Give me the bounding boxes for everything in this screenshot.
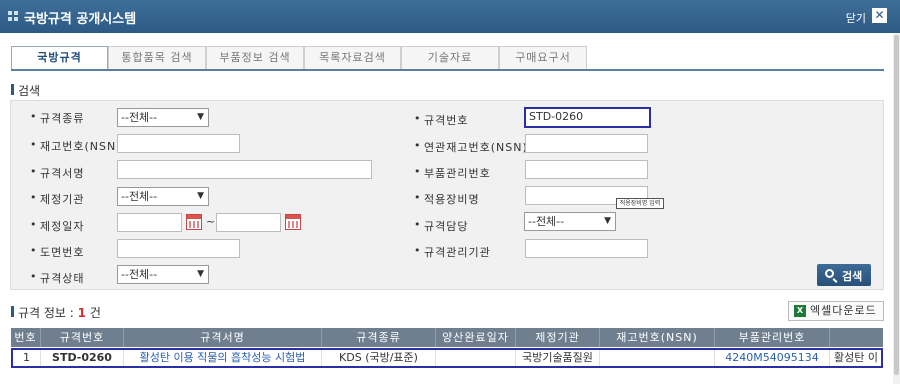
tab-purchase-request[interactable]: 구매요구서: [499, 46, 587, 70]
related-stock-number-input[interactable]: [525, 134, 648, 153]
column-header[interactable]: 규격종류: [322, 328, 436, 347]
spec-number-label: 규격번호: [414, 112, 468, 128]
spec-name-label: 규격서명: [30, 165, 84, 181]
calendar-icon[interactable]: [285, 214, 301, 230]
spec-number-input[interactable]: STD-0260: [524, 107, 651, 128]
close-label[interactable]: 닫기: [846, 10, 866, 26]
cell-spec-type: KDS (국방/표준): [322, 350, 436, 366]
excel-icon: X: [794, 305, 806, 317]
vertical-scrollbar[interactable]: [893, 33, 900, 384]
tab-underline: [11, 69, 884, 71]
applied-equipment-label: 적용장비명: [414, 191, 480, 207]
cell-spec-number: STD-0260: [41, 350, 124, 366]
issue-date-from-input[interactable]: [117, 213, 182, 232]
tab-part-info-search[interactable]: 부품정보 검색: [206, 46, 304, 70]
applied-equipment-tooltip: 적용장비명 입력: [616, 198, 664, 209]
tab-defense-spec[interactable]: 국방규격: [11, 46, 108, 70]
column-header[interactable]: 규격서명: [124, 328, 322, 347]
results-count-unit: 건: [89, 306, 101, 320]
column-header[interactable]: 규격번호: [41, 328, 124, 347]
issue-date-to-input[interactable]: [216, 213, 281, 232]
issuing-agency-select[interactable]: --전체-- ▼: [117, 187, 209, 206]
column-header[interactable]: 제정기관: [516, 328, 600, 347]
table-header: 번호 규격번호 규격서명 규격종류 양산완료일자 제정기관 재고번호(NSN) …: [11, 328, 883, 347]
calendar-icon[interactable]: [186, 214, 202, 230]
issue-date-label: 제정일자: [30, 218, 84, 234]
cell-extra: 활성탄 이: [834, 351, 878, 364]
grid-icon: [8, 11, 18, 21]
cell-agency: 국방기술품질원: [516, 350, 600, 366]
result-count: 규격 정보 : 1 건: [18, 304, 101, 321]
spec-type-label: 규격종류: [30, 110, 84, 126]
cell-nsn: [600, 350, 715, 366]
cell-mass-prod-date: [436, 350, 516, 366]
date-range-separator: ~: [206, 215, 216, 228]
spec-mgmt-agency-input[interactable]: [525, 239, 648, 258]
column-header[interactable]: 양산완료일자: [436, 328, 516, 347]
cell-part-number-link[interactable]: 4240M54095134: [715, 350, 830, 366]
window-title: 국방규격 공개시스템: [24, 12, 137, 27]
scrollbar-thumb[interactable]: [894, 35, 899, 375]
excel-download-label: 엑셀다운로드: [810, 304, 877, 317]
part-control-number-label: 부품관리번호: [414, 165, 491, 181]
spec-name-input[interactable]: [117, 160, 372, 179]
column-header[interactable]: [830, 328, 883, 347]
tab-technical-data[interactable]: 기술자료: [401, 46, 499, 70]
title-bar: 국방규격 공개시스템 닫기 ✕: [0, 0, 900, 33]
spec-mgmt-agency-label: 규격관리기관: [414, 244, 491, 260]
drawing-number-label: 도면번호: [30, 244, 84, 260]
spec-manager-select[interactable]: --전체-- ▼: [524, 212, 616, 231]
spec-type-select[interactable]: --전체-- ▼: [117, 108, 209, 127]
cell-number: 1: [13, 350, 41, 366]
tab-catalog-search[interactable]: 목록자료검색: [304, 46, 401, 70]
stock-number-label: 재고번호(NSN): [30, 138, 122, 154]
search-icon: [825, 269, 834, 278]
cell-spec-name-link[interactable]: 활성탄 이용 직물의 흡착성능 시험법: [124, 350, 322, 366]
table-row[interactable]: 1 STD-0260 활성탄 이용 직물의 흡착성능 시험법 KDS (국방/표…: [11, 348, 883, 368]
stock-number-input[interactable]: [117, 134, 240, 153]
drawing-number-input[interactable]: [117, 239, 240, 258]
spec-status-label: 규격상태: [30, 270, 84, 286]
chevron-down-icon: ▼: [197, 269, 204, 279]
search-section-title: 검색: [10, 84, 41, 98]
close-icon[interactable]: ✕: [872, 8, 887, 23]
related-stock-number-label: 연관재고번호(NSN): [414, 139, 528, 155]
results-count-number: 1: [77, 306, 87, 320]
column-header[interactable]: 번호: [11, 328, 41, 347]
column-header[interactable]: 부품관리번호: [715, 328, 830, 347]
chevron-down-icon: ▼: [197, 191, 204, 201]
results-title: 규격 정보 :: [18, 306, 74, 320]
spec-status-select[interactable]: --전체-- ▼: [117, 265, 209, 284]
search-button[interactable]: 검색: [817, 264, 871, 286]
part-control-number-input[interactable]: [525, 160, 648, 179]
tab-integrated-item-search[interactable]: 통합품목 검색: [108, 46, 206, 70]
spec-manager-label: 규격담당: [414, 218, 468, 234]
chevron-down-icon: ▼: [604, 216, 611, 226]
issuing-agency-label: 제정기관: [30, 191, 84, 207]
excel-download-button[interactable]: X 엑셀다운로드: [788, 301, 884, 321]
chevron-down-icon: ▼: [197, 112, 204, 122]
search-button-label: 검색: [842, 270, 863, 283]
column-header[interactable]: 재고번호(NSN): [600, 328, 715, 347]
